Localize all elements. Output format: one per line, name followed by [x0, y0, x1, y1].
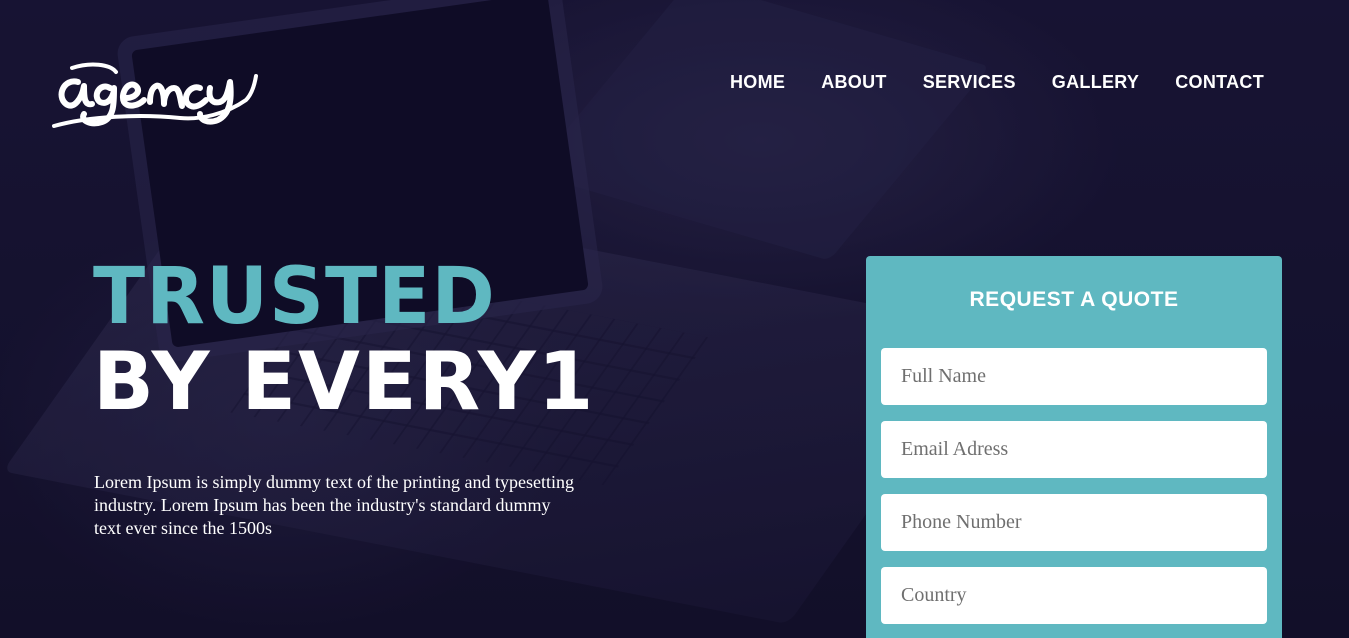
- hero-description: Lorem Ipsum is simply dummy text of the …: [94, 472, 574, 538]
- headline-line-2: BY EVERY1: [93, 335, 596, 428]
- main-nav: HOME ABOUT SERVICES GALLERY CONTACT: [730, 72, 1264, 93]
- country-input[interactable]: [881, 567, 1267, 624]
- nav-item-home[interactable]: HOME: [730, 72, 785, 93]
- hero-headline: TRUSTED BY EVERY1: [93, 258, 595, 422]
- nav-item-gallery[interactable]: GALLERY: [1052, 72, 1139, 93]
- agency-logo[interactable]: [50, 60, 260, 136]
- email-input[interactable]: [881, 421, 1267, 478]
- full-name-input[interactable]: [881, 348, 1267, 405]
- quote-form-title: REQUEST A QUOTE: [969, 288, 1179, 311]
- nav-item-contact[interactable]: CONTACT: [1175, 72, 1264, 93]
- hero-section: HOME ABOUT SERVICES GALLERY CONTACT TRUS…: [0, 0, 1349, 638]
- nav-item-services[interactable]: SERVICES: [923, 72, 1016, 93]
- nav-item-about[interactable]: ABOUT: [821, 72, 887, 93]
- phone-input[interactable]: [881, 494, 1267, 551]
- agency-logo-mark: [52, 62, 258, 128]
- headline-line-1: TRUSTED: [93, 252, 496, 342]
- request-quote-form: REQUEST A QUOTE: [866, 256, 1282, 638]
